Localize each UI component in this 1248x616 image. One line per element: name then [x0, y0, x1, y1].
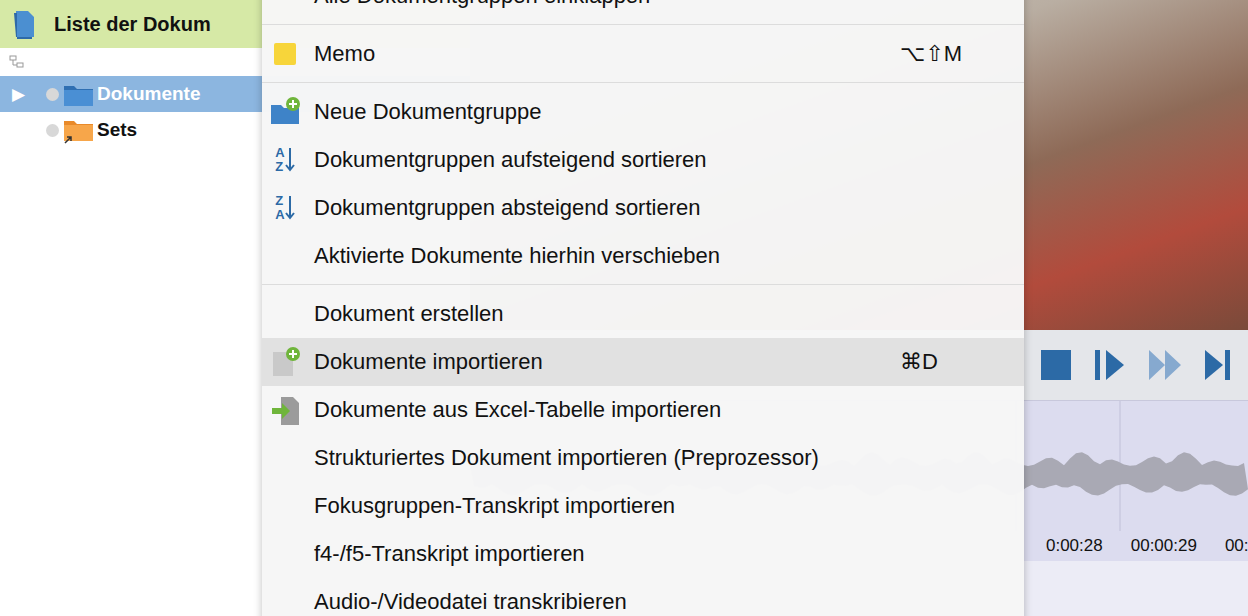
set-folder-icon	[63, 116, 94, 144]
icon-slot	[268, 441, 302, 475]
create-document-icon-slot	[268, 345, 302, 379]
document-list-icon	[12, 8, 38, 40]
sort-descending-icon: ZA	[268, 191, 302, 225]
sidebar-item-label: Dokumente	[97, 83, 200, 105]
icon-slot	[268, 0, 302, 13]
menu-item-label: Dokumente importieren	[314, 349, 900, 375]
menu-item-label: Memo	[314, 41, 900, 67]
menu-separator	[262, 284, 1024, 285]
icon-slot	[268, 239, 302, 273]
icon-slot	[268, 537, 302, 571]
menu-item[interactable]: Alle Dokumentgruppen einklappen	[262, 0, 1024, 20]
menu-item[interactable]: Strukturiertes Dokument importieren (Pre…	[262, 434, 1024, 482]
menu-item[interactable]: Neue Dokumentgruppe	[262, 88, 1024, 136]
new-group-icon	[269, 96, 301, 128]
sort-arrow-icon	[285, 146, 295, 174]
menu-item[interactable]: Memo⌥⇧M	[262, 30, 1024, 78]
fast-forward-icon	[1148, 349, 1182, 381]
menu-item[interactable]: Fokusgruppen-Transkript importieren	[262, 482, 1024, 530]
menu-item[interactable]: Dokument erstellen	[262, 290, 1024, 338]
context-menu: Alle Dokumentgruppen einklappen Memo⌥⇧M Ne…	[262, 0, 1024, 616]
status-dot	[46, 124, 59, 137]
menu-item-label: Audio-/Videodatei transkribieren	[314, 589, 900, 615]
menu-item-label: Dokumente aus Excel-Tabelle importieren	[314, 397, 900, 423]
menu-item[interactable]: Audio-/Videodatei transkribieren	[262, 578, 1024, 616]
menu-separator	[262, 82, 1024, 83]
sort-letter: Z	[275, 160, 284, 174]
sort-arrow-icon	[285, 194, 295, 222]
memo-icon-slot	[268, 37, 302, 71]
menu-item[interactable]: ZA Dokumentgruppen absteigend sortieren	[262, 184, 1024, 232]
menu-item-label: Aktivierte Dokumente hierhin verschieben	[314, 243, 900, 269]
sort-letter: Z	[275, 194, 284, 208]
menu-item[interactable]: f4-/f5-Transkript importieren	[262, 530, 1024, 578]
sort-letter: A	[275, 146, 284, 160]
skip-end-icon	[1204, 349, 1232, 381]
status-dot	[46, 88, 59, 101]
menu-item[interactable]: Dokumente importieren⌘D	[262, 338, 1024, 386]
menu-item[interactable]: Dokumente aus Excel-Tabelle importieren	[262, 386, 1024, 434]
expand-toggle[interactable]: ▶	[12, 84, 46, 105]
menu-item[interactable]: Aktivierte Dokumente hierhin verschieben	[262, 232, 1024, 280]
import-icon-slot	[268, 393, 302, 427]
icon-slot	[268, 489, 302, 523]
sort-letters: AZ	[275, 146, 284, 174]
tree-icon	[9, 54, 25, 70]
menu-item-label: f4-/f5-Transkript importieren	[314, 541, 900, 567]
sidebar-item-label: Sets	[97, 119, 137, 141]
import-icon	[269, 394, 301, 426]
folder-icon	[63, 81, 94, 107]
sort-letters: ZA	[275, 194, 284, 222]
menu-item-label: Dokumentgruppen absteigend sortieren	[314, 195, 900, 221]
new-group-icon-slot	[268, 95, 302, 129]
play-pause-icon	[1094, 349, 1126, 381]
menu-shortcut: ⌘D	[900, 349, 984, 375]
menu-item-label: Alle Dokumentgruppen einklappen	[314, 0, 900, 9]
menu-item-label: Strukturiertes Dokument importieren (Pre…	[314, 445, 900, 471]
menu-item[interactable]: AZ Dokumentgruppen aufsteigend sortieren	[262, 136, 1024, 184]
menu-item-label: Neue Dokumentgruppe	[314, 99, 900, 125]
memo-icon	[269, 38, 301, 70]
time-tick: 0:00:28	[1046, 536, 1103, 556]
stop-icon	[1040, 349, 1072, 381]
sort-ascending-icon: AZ	[268, 143, 302, 177]
menu-item-label: Dokumentgruppen aufsteigend sortieren	[314, 147, 900, 173]
create-document-icon	[269, 346, 301, 378]
icon-slot	[268, 297, 302, 331]
time-tick: 00:00:29	[1131, 536, 1197, 556]
menu-shortcut: ⌥⇧M	[900, 41, 984, 67]
time-tick: 00:0	[1225, 536, 1248, 556]
icon-slot	[268, 585, 302, 616]
menu-separator	[262, 24, 1024, 25]
menu-item-label: Dokument erstellen	[314, 301, 900, 327]
sort-letter: A	[275, 208, 284, 222]
panel-title: Liste der Dokum	[54, 13, 211, 36]
menu-item-label: Fokusgruppen-Transkript importieren	[314, 493, 900, 519]
